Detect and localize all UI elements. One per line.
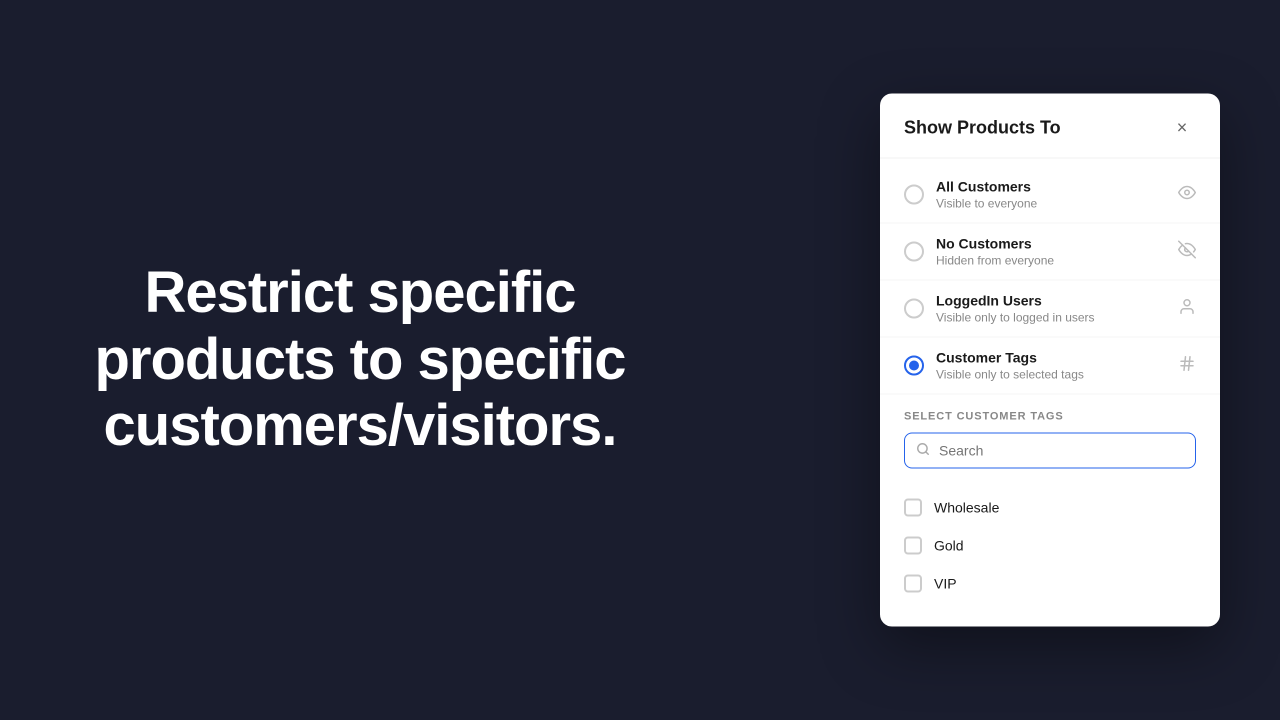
option-text-loggedin: LoggedIn Users Visible only to logged in… [936, 293, 1170, 325]
modal-body: All Customers Visible to everyone No Cus… [880, 159, 1220, 627]
show-products-modal: Show Products To × All Customers Visible… [880, 94, 1220, 627]
option-sub-no: Hidden from everyone [936, 254, 1170, 268]
checkbox-gold [904, 537, 922, 555]
option-text-tags: Customer Tags Visible only to selected t… [936, 350, 1170, 382]
close-button[interactable]: × [1168, 114, 1196, 142]
modal-overlay: Show Products To × All Customers Visible… [880, 94, 1220, 627]
option-label-all: All Customers [936, 179, 1170, 195]
tag-wholesale[interactable]: Wholesale [904, 489, 1196, 527]
option-sub-tags: Visible only to selected tags [936, 368, 1170, 382]
option-loggedin-users[interactable]: LoggedIn Users Visible only to logged in… [880, 281, 1220, 338]
tag-gold[interactable]: Gold [904, 527, 1196, 565]
modal-title: Show Products To [904, 117, 1061, 138]
option-label-tags: Customer Tags [936, 350, 1170, 366]
option-all-customers[interactable]: All Customers Visible to everyone [880, 167, 1220, 224]
radio-no [904, 242, 924, 262]
radio-all [904, 185, 924, 205]
hash-icon [1178, 354, 1196, 377]
tags-section: SELECT CUSTOMER TAGS [880, 395, 1220, 489]
user-icon [1178, 297, 1196, 320]
search-input[interactable] [904, 433, 1196, 469]
option-label-no: No Customers [936, 236, 1170, 252]
option-label-loggedin: LoggedIn Users [936, 293, 1170, 309]
tag-label-vip: VIP [934, 576, 957, 592]
option-text-no: No Customers Hidden from everyone [936, 236, 1170, 268]
search-icon [916, 442, 930, 459]
eye-icon [1178, 183, 1196, 206]
tag-vip[interactable]: VIP [904, 565, 1196, 603]
checkbox-list: Wholesale Gold VIP [880, 489, 1220, 619]
hidden-icon [1178, 240, 1196, 263]
option-sub-all: Visible to everyone [936, 197, 1170, 211]
tag-label-gold: Gold [934, 538, 964, 554]
option-no-customers[interactable]: No Customers Hidden from everyone [880, 224, 1220, 281]
hero-heading: Restrict specific products to specific c… [94, 260, 625, 460]
checkbox-vip [904, 575, 922, 593]
tags-section-label: SELECT CUSTOMER TAGS [904, 411, 1196, 423]
option-customer-tags[interactable]: Customer Tags Visible only to selected t… [880, 338, 1220, 395]
tag-label-wholesale: Wholesale [934, 500, 999, 516]
checkbox-wholesale [904, 499, 922, 517]
option-sub-loggedin: Visible only to logged in users [936, 311, 1170, 325]
hero-section: Restrict specific products to specific c… [0, 0, 720, 720]
search-input-wrap [904, 433, 1196, 469]
radio-loggedin [904, 299, 924, 319]
option-text-all: All Customers Visible to everyone [936, 179, 1170, 211]
radio-tags [904, 356, 924, 376]
modal-header: Show Products To × [880, 94, 1220, 159]
